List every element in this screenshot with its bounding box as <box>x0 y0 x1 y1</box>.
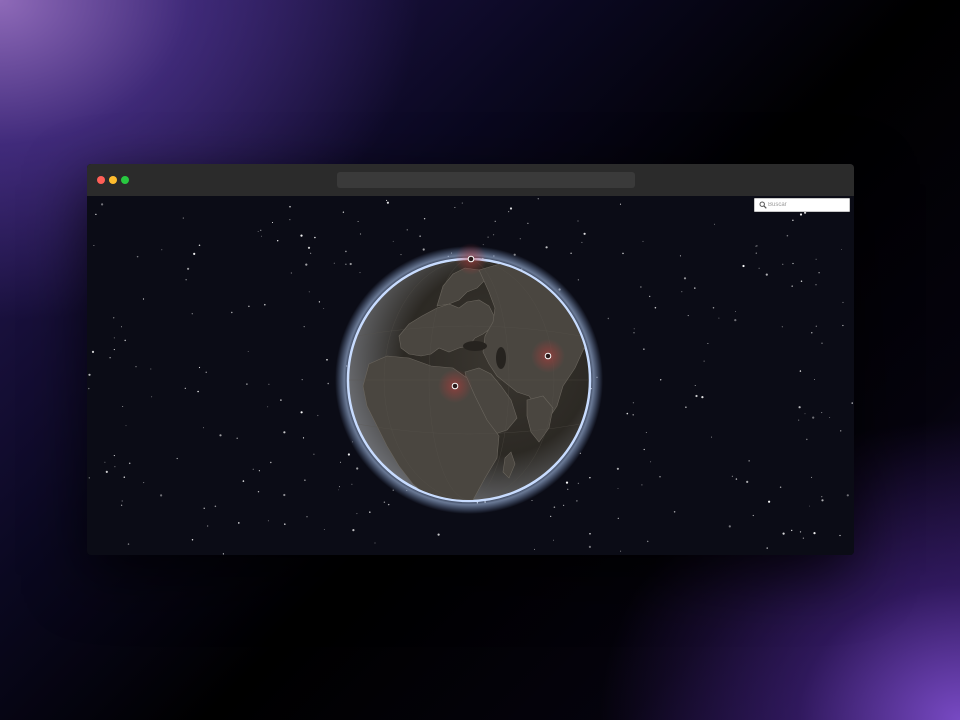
close-window-button[interactable] <box>97 176 105 184</box>
maximize-window-button[interactable] <box>121 176 129 184</box>
search-icon <box>759 201 767 209</box>
browser-window <box>87 164 854 555</box>
title-bar <box>87 164 854 197</box>
minimize-window-button[interactable] <box>109 176 117 184</box>
address-bar[interactable] <box>337 172 635 188</box>
search-box[interactable] <box>754 198 850 212</box>
marker-east[interactable] <box>531 339 565 373</box>
globe-map[interactable] <box>87 196 854 555</box>
search-input[interactable] <box>768 199 848 211</box>
water-black-sea <box>463 341 487 351</box>
marker-north[interactable] <box>455 243 487 275</box>
marker-mediterranean[interactable] <box>438 369 472 403</box>
globe-viewport[interactable] <box>87 196 854 555</box>
water-caspian <box>496 347 506 369</box>
